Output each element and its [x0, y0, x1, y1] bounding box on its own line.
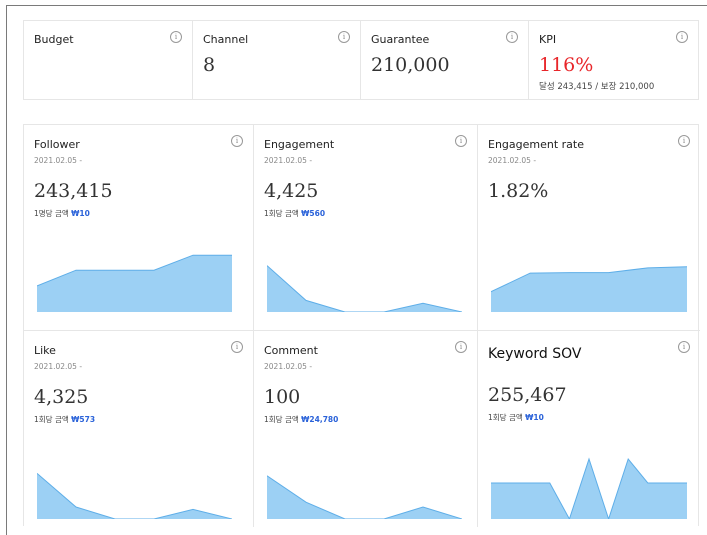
card-title: Comment	[264, 344, 318, 357]
card-value: 255,467	[488, 384, 567, 406]
metrics-grid: Follower 2021.02.05 - 243,415 1명당 금액 ₩10…	[23, 124, 700, 527]
unit-amount: ₩573	[71, 415, 96, 424]
budget-label: Budget	[34, 33, 74, 46]
guarantee-value: 210,000	[371, 54, 450, 76]
card-unit-price: 1명당 금액 ₩10	[34, 208, 243, 219]
unit-label: 1회당 금액	[264, 209, 299, 218]
card-date: 2021.02.05 -	[264, 362, 313, 371]
card-value: 1.82%	[488, 180, 549, 202]
unit-amount: ₩24,780	[301, 415, 339, 424]
info-icon[interactable]: i	[170, 31, 182, 43]
sparkline-chart	[491, 266, 687, 312]
kpi-value: 116%	[539, 54, 594, 76]
card-unit-price: 1회당 금액 ₩10	[488, 412, 690, 423]
card-value: 243,415	[34, 180, 113, 202]
info-icon[interactable]: i	[506, 31, 518, 43]
guarantee-card: Guarantee 210,000 i	[361, 21, 529, 99]
card-unit-price: 1회당 금액 ₩24,780	[264, 414, 467, 425]
sparkline-chart	[37, 473, 232, 519]
sparkline-chart	[267, 475, 462, 519]
card-title: Engagement rate	[488, 138, 585, 151]
card-date: 2021.02.05 -	[34, 156, 83, 165]
channel-card: Channel 8 i	[193, 21, 361, 99]
kpi-card: KPI 116% 달성 243,415 / 보장 210,000 i	[529, 21, 698, 99]
kpi-detail: 달성 243,415 / 보장 210,000	[539, 82, 655, 92]
card-value: 4,325	[34, 386, 89, 408]
budget-card: Budget i	[24, 21, 193, 99]
like-card: Like 2021.02.05 - 4,325 1회당 금액 ₩573 i	[24, 331, 254, 527]
card-date: 2021.02.05 -	[264, 156, 313, 165]
card-value: 4,425	[264, 180, 319, 202]
follower-card: Follower 2021.02.05 - 243,415 1명당 금액 ₩10…	[24, 125, 254, 331]
card-title: Engagement	[264, 138, 335, 151]
info-icon[interactable]: i	[338, 31, 350, 43]
unit-label: 1명당 금액	[34, 209, 69, 218]
sparkline-chart	[267, 265, 462, 312]
unit-amount: ₩10	[525, 413, 544, 422]
unit-label: 1회당 금액	[488, 413, 523, 422]
unit-amount: ₩560	[301, 209, 326, 218]
card-title: Like	[34, 344, 56, 357]
card-value: 100	[264, 386, 301, 408]
sparkline-chart	[491, 457, 687, 519]
info-icon[interactable]: i	[678, 341, 690, 353]
channel-label: Channel	[203, 33, 249, 46]
summary-row: Budget i Channel 8 i Guarantee 210,000 i…	[23, 20, 699, 100]
card-unit-price: 1회당 금액 ₩573	[34, 414, 243, 425]
card-title: Follower	[34, 138, 80, 151]
engagement-card: Engagement 2021.02.05 - 4,425 1회당 금액 ₩56…	[254, 125, 478, 331]
info-icon[interactable]: i	[455, 341, 467, 353]
info-icon[interactable]: i	[231, 341, 243, 353]
sparkline-chart	[37, 254, 232, 312]
sparkline-area	[37, 255, 232, 312]
comment-card: Comment 2021.02.05 - 100 1회당 금액 ₩24,780 …	[254, 331, 478, 527]
info-icon[interactable]: i	[676, 31, 688, 43]
unit-amount: ₩10	[71, 209, 90, 218]
card-date: 2021.02.05 -	[34, 362, 83, 371]
unit-label: 1회당 금액	[264, 415, 299, 424]
card-unit-price: 1회당 금액 ₩560	[264, 208, 467, 219]
sparkline-area	[267, 475, 462, 519]
info-icon[interactable]: i	[455, 135, 467, 147]
card-date: 2021.02.05 -	[488, 156, 537, 165]
info-icon[interactable]: i	[231, 135, 243, 147]
sparkline-area	[491, 459, 687, 519]
card-title: Keyword SOV	[488, 346, 582, 362]
guarantee-label: Guarantee	[371, 33, 430, 46]
info-icon[interactable]: i	[678, 135, 690, 147]
engagement-rate-card: Engagement rate 2021.02.05 - 1.82% i	[478, 125, 700, 331]
keyword-sov-card: Keyword SOV 255,467 1회당 금액 ₩10 i	[478, 331, 700, 527]
channel-value: 8	[203, 54, 216, 76]
sparkline-area	[491, 266, 687, 312]
kpi-label: KPI	[539, 33, 557, 46]
unit-label: 1회당 금액	[34, 415, 69, 424]
